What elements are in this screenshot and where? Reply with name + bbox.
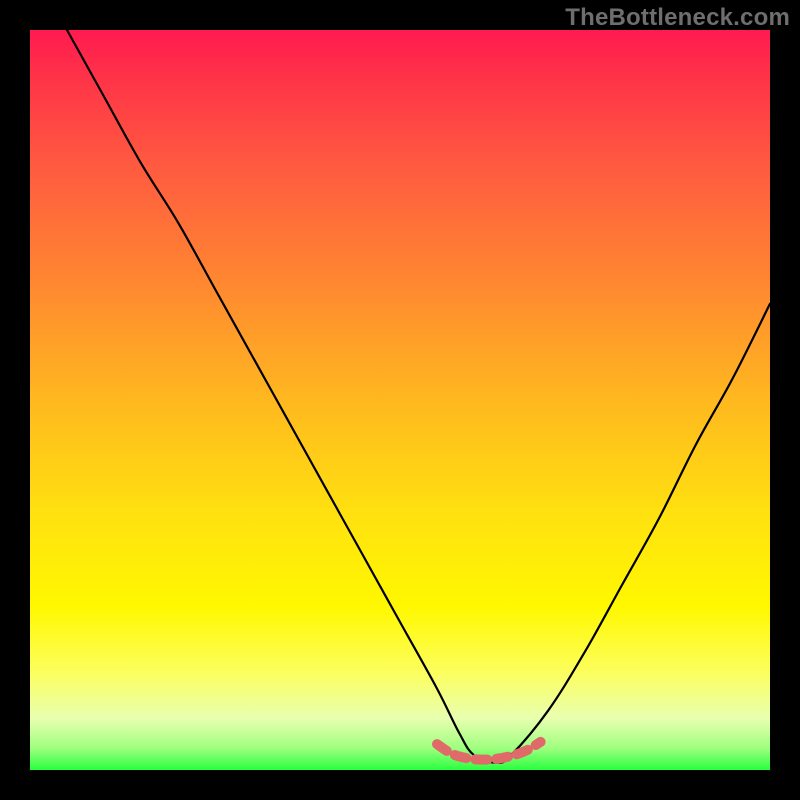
optimal-marker <box>437 742 541 760</box>
watermark-text: TheBottleneck.com <box>565 4 790 32</box>
chart-frame: TheBottleneck.com <box>0 0 800 800</box>
bottleneck-curve <box>67 30 770 763</box>
chart-svg-overlay <box>30 30 770 770</box>
